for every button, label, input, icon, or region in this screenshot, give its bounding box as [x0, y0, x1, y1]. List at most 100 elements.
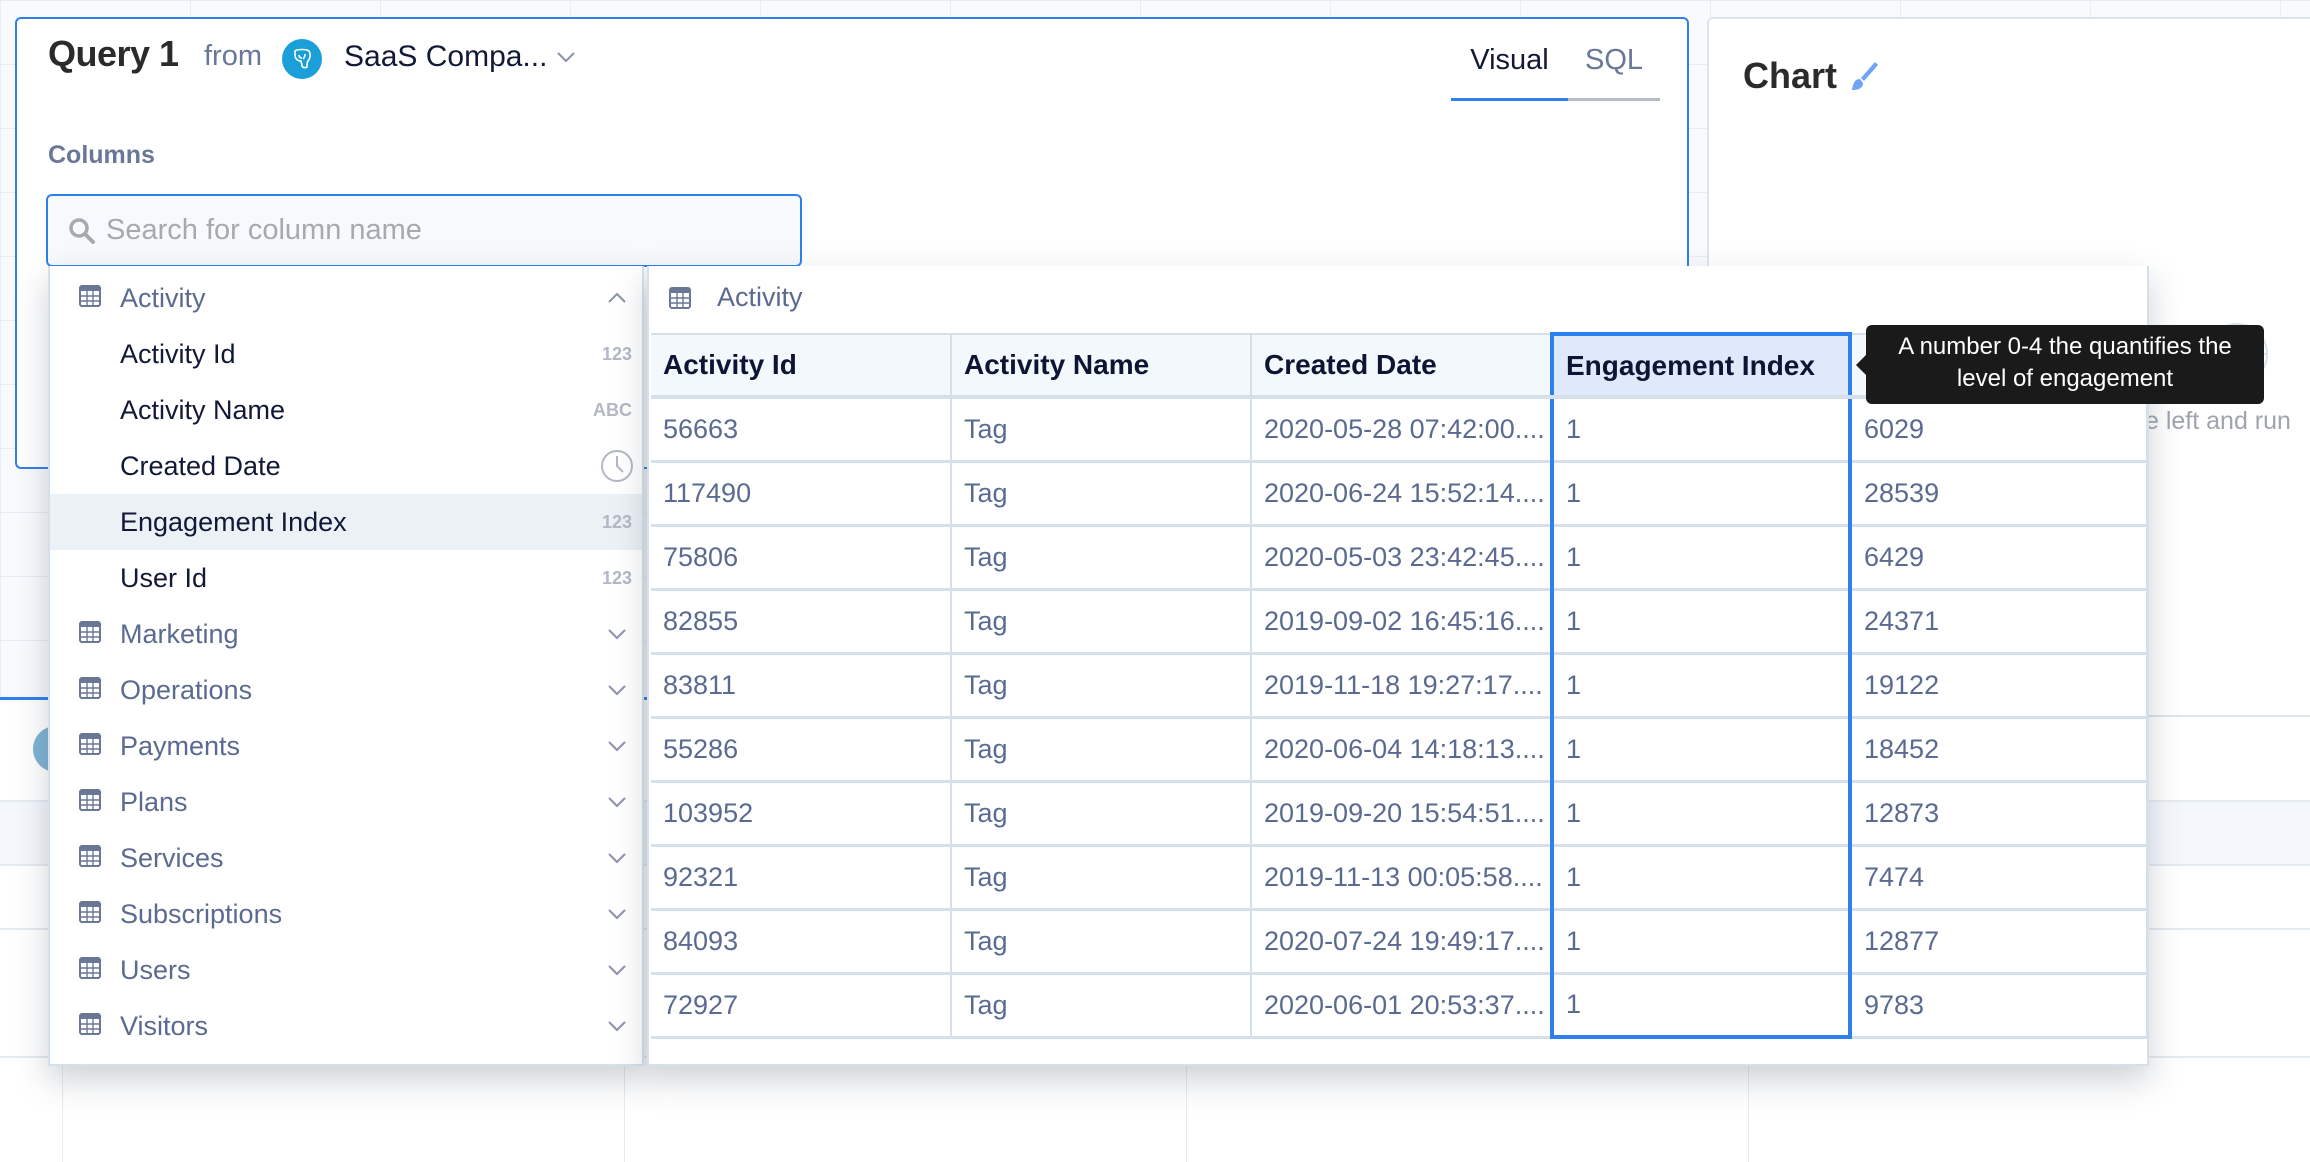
field-created-date[interactable]: Created Date	[50, 438, 642, 494]
table-group-services[interactable]: Services	[50, 830, 642, 886]
table-icon	[79, 621, 101, 643]
tab-visual[interactable]: Visual	[1451, 35, 1568, 101]
table-group-marketing[interactable]: Marketing	[50, 606, 642, 662]
chevron-down-icon[interactable]	[606, 623, 628, 645]
chevron-down-icon[interactable]	[555, 46, 577, 68]
group-label: Visitors	[120, 1010, 209, 1041]
table-cell: 1	[1550, 461, 1852, 527]
column-header[interactable]: Engagement Index	[1550, 332, 1852, 399]
table-cell: 2019-09-20 15:54:51....	[1251, 781, 1553, 847]
table-cell: 12873	[1850, 781, 2148, 847]
paintbrush-icon[interactable]	[1849, 59, 1881, 95]
field-engagement-index[interactable]: Engagement Index 123	[50, 494, 642, 550]
chevron-down-icon[interactable]	[606, 735, 628, 757]
database-selector[interactable]: SaaS Compa...	[344, 40, 547, 74]
table-row: 75806 Tag 2020-05-03 23:42:45.... 1 6429	[651, 525, 2148, 591]
table-cell: 1	[1550, 781, 1852, 847]
table-group-visitors[interactable]: Visitors	[50, 998, 642, 1054]
column-header[interactable]: Activity Name	[951, 333, 1252, 399]
query-title[interactable]: Query 1	[48, 33, 179, 75]
group-label: Payments	[120, 730, 241, 761]
clock-icon	[601, 450, 633, 482]
table-group-operations[interactable]: Operations	[50, 662, 642, 718]
field-user-id[interactable]: User Id 123	[50, 550, 642, 606]
table-icon	[79, 789, 101, 811]
field-label: User Id	[120, 562, 208, 593]
column-header[interactable]: Activity Id	[651, 333, 952, 399]
table-row: 117490 Tag 2020-06-24 15:52:14.... 1 28539	[651, 461, 2148, 527]
table-cell: 75806	[651, 525, 952, 591]
chevron-down-icon[interactable]	[606, 679, 628, 701]
table-cell: 2019-09-02 16:45:16....	[1251, 589, 1553, 655]
table-cell: Tag	[951, 973, 1252, 1039]
preview-table: Activity Id Activity Name Created Date Enga…	[651, 332, 2148, 1039]
chevron-up-icon[interactable]	[606, 287, 628, 309]
table-cell: Tag	[951, 909, 1252, 975]
field-label: Created Date	[120, 450, 281, 481]
table-cell: 1	[1550, 525, 1852, 591]
group-label: Subscriptions	[120, 898, 283, 929]
field-label: Activity Id	[120, 338, 236, 369]
table-cell: 9783	[1850, 973, 2148, 1039]
table-row: 55286 Tag 2020-06-04 14:18:13.... 1 18452	[651, 717, 2148, 783]
table-cell: 55286	[651, 717, 952, 783]
table-cell: 2020-05-28 07:42:00....	[1251, 397, 1553, 463]
table-cell: 82855	[651, 589, 952, 655]
group-label: Plans	[120, 786, 188, 817]
table-cell: Tag	[951, 589, 1252, 655]
table-row: 83811 Tag 2019-11-18 19:27:17.... 1 19122	[651, 653, 2148, 719]
table-cell: 2020-07-24 19:49:17....	[1251, 909, 1553, 975]
preview-table-name: Activity	[717, 282, 803, 312]
table-cell: 103952	[651, 781, 952, 847]
text-type-icon: ABC	[593, 399, 632, 420]
table-cell: Tag	[951, 781, 1252, 847]
chart-empty-hint: e left and run	[2145, 407, 2291, 435]
table-cell: 2020-06-01 20:53:37....	[1251, 973, 1553, 1039]
tooltip-line: A number 0-4 the quantifies the	[1898, 333, 2232, 360]
table-cell: 83811	[651, 653, 952, 719]
table-cell: 1	[1550, 653, 1852, 719]
search-icon	[69, 217, 95, 244]
table-group-payments[interactable]: Payments	[50, 718, 642, 774]
table-cell: 18452	[1850, 717, 2148, 783]
table-cell: 56663	[651, 397, 952, 463]
table-row: 103952 Tag 2019-09-20 15:54:51.... 1 12873	[651, 781, 2148, 847]
preview-header: Activity	[669, 282, 803, 313]
table-cell: Tag	[951, 653, 1252, 719]
column-header[interactable]: Created Date	[1251, 333, 1553, 399]
table-cell: 1	[1550, 845, 1852, 911]
from-label: from	[204, 40, 262, 72]
columns-heading: Columns	[48, 141, 155, 169]
table-group-subscriptions[interactable]: Subscriptions	[50, 886, 642, 942]
table-row: 92321 Tag 2019-11-13 00:05:58.... 1 7474	[651, 845, 2148, 911]
column-search-input[interactable]	[106, 214, 786, 247]
table-icon	[79, 733, 101, 755]
chevron-down-icon[interactable]	[606, 903, 628, 925]
table-icon	[79, 957, 101, 979]
chevron-down-icon[interactable]	[606, 791, 628, 813]
table-group-plans[interactable]: Plans	[50, 774, 642, 830]
field-label: Engagement Index	[120, 506, 347, 537]
table-cell: 24371	[1850, 589, 2148, 655]
column-list-dropdown: Activity Activity Id 123 Activity Name A…	[48, 266, 644, 1066]
column-search-box[interactable]	[46, 194, 802, 267]
table-cell: 2020-05-03 23:42:45....	[1251, 525, 1553, 591]
field-activity-id[interactable]: Activity Id 123	[50, 326, 642, 382]
chevron-down-icon[interactable]	[606, 959, 628, 981]
table-icon	[79, 1013, 101, 1035]
group-label: Services	[120, 842, 224, 873]
tooltip-line: level of engagement	[1956, 365, 2174, 392]
table-cell: Tag	[951, 717, 1252, 783]
table-group-users[interactable]: Users	[50, 942, 642, 998]
chevron-down-icon[interactable]	[606, 847, 628, 869]
table-icon	[79, 285, 101, 307]
table-group-activity[interactable]: Activity	[50, 270, 642, 326]
tab-sql[interactable]: SQL	[1568, 35, 1660, 101]
table-cell: Tag	[951, 461, 1252, 527]
table-cell: 2019-11-13 00:05:58....	[1251, 845, 1553, 911]
table-cell: 28539	[1850, 461, 2148, 527]
postgres-elephant-icon[interactable]	[282, 39, 322, 79]
chevron-down-icon[interactable]	[606, 1015, 628, 1037]
table-cell: 7474	[1850, 845, 2148, 911]
field-activity-name[interactable]: Activity Name ABC	[50, 382, 642, 438]
